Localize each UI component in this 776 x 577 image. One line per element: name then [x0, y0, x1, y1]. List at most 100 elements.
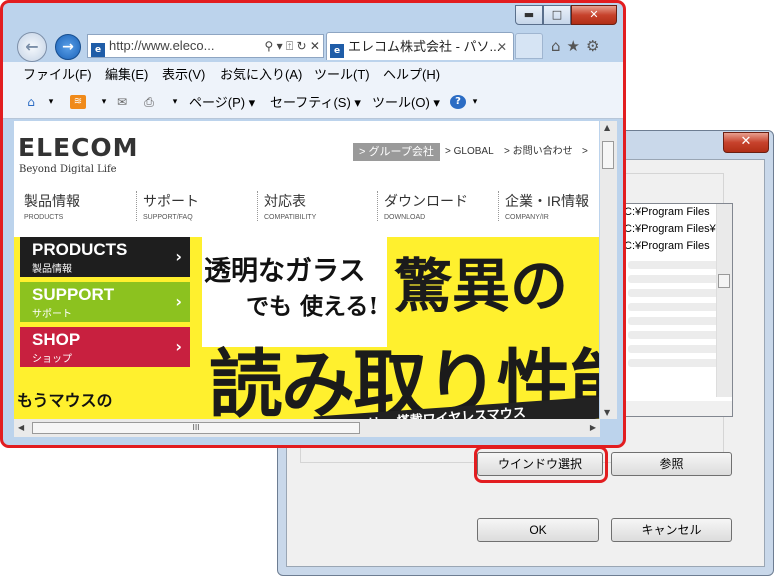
path-list-horizontal-scrollbar[interactable]	[622, 401, 732, 416]
minimize-button[interactable]: ▬	[515, 5, 543, 25]
scroll-thumb[interactable]	[602, 141, 614, 169]
home-favorites-tools-icons[interactable]: ⌂★⚙	[551, 37, 605, 55]
banner-small-text: もうマウスの	[17, 391, 113, 410]
close-button[interactable]: ✕	[571, 5, 617, 25]
page-vertical-scrollbar[interactable]: ▲ ▼	[600, 121, 617, 419]
nav-label: 対応表	[264, 193, 306, 209]
read-mail-icon[interactable]: ✉	[114, 95, 130, 109]
side-button-title: SHOP	[32, 330, 81, 349]
nav-label: 製品情報	[24, 193, 80, 209]
nav-products[interactable]: 製品情報 PRODUCTS	[18, 191, 80, 221]
elecom-favicon-icon: e	[330, 44, 344, 58]
tab-title: エレコム株式会社 - パソ...	[348, 39, 501, 54]
nav-label: ダウンロード	[384, 193, 468, 209]
nav-sublabel: COMPATIBILITY	[264, 214, 317, 221]
nav-support[interactable]: サポート SUPPORT/FAQ	[136, 191, 199, 221]
chevron-right-icon: ›	[175, 247, 182, 266]
menu-bar: ファイル(F) 編集(E) 表示(V) お気に入り(A) ツール(T) ヘルプ(…	[3, 62, 623, 87]
blurred-list-item	[628, 331, 728, 339]
global-link[interactable]: > GLOBAL	[445, 143, 494, 161]
back-button[interactable]: ←	[17, 32, 47, 62]
nav-sublabel: PRODUCTS	[24, 214, 64, 221]
browser-window: ▬ □ ✕ ← → e http://www.eleco... ⚲ ▾ ⍐ ↻ ✕…	[0, 0, 626, 448]
tagline: Beyond Digital Life	[19, 164, 117, 175]
blurred-list-item	[628, 359, 728, 367]
group-company-link[interactable]: > グループ会社	[353, 143, 440, 161]
nav-compatibility[interactable]: 対応表 COMPATIBILITY	[257, 191, 316, 221]
side-button-sub: 製品情報	[32, 264, 72, 275]
scroll-down-icon[interactable]: ▼	[604, 408, 610, 417]
nav-label: サポート	[143, 193, 199, 209]
command-bar: ⌂ ▾ ≋ ▾ ✉ ⎙ ▾ ページ(P) ▾ セーフティ(S) ▾ ツール(O)…	[3, 87, 623, 119]
select-window-highlight	[474, 446, 608, 483]
contact-link[interactable]: > お問い合わせ	[504, 143, 573, 161]
menu-file[interactable]: ファイル(F)	[23, 62, 92, 87]
more-link[interactable]: >	[582, 143, 588, 161]
forward-button[interactable]: →	[55, 34, 81, 60]
page-menu[interactable]: ページ(P) ▾	[189, 87, 255, 118]
blurred-list-item	[628, 261, 728, 269]
safety-menu[interactable]: セーフティ(S) ▾	[270, 87, 361, 118]
scroll-right-icon[interactable]: ▶	[590, 423, 596, 432]
elecom-favicon-icon: e	[91, 43, 105, 57]
tools-menu[interactable]: ツール(O) ▾	[372, 87, 440, 118]
new-tab-button[interactable]	[515, 33, 543, 59]
browse-button[interactable]: 参照	[611, 452, 732, 476]
blurred-list-item	[628, 275, 728, 283]
blurred-list-item	[628, 345, 728, 353]
menu-view[interactable]: 表示(V)	[162, 62, 205, 87]
nav-download[interactable]: ダウンロード DOWNLOAD	[377, 191, 468, 221]
menu-edit[interactable]: 編集(E)	[105, 62, 148, 87]
dialog-close-button[interactable]: ✕	[723, 132, 769, 153]
path-list[interactable]: C:¥Program Files C:¥Program Files¥ C:¥Pr…	[621, 203, 733, 417]
side-button-sub: サポート	[32, 309, 72, 320]
menu-favorites[interactable]: お気に入り(A)	[220, 62, 302, 87]
side-button-sub: ショップ	[32, 354, 72, 365]
side-support-button[interactable]: SUPPORT サポート ›	[20, 282, 190, 322]
rss-feed-icon[interactable]: ≋	[70, 95, 86, 109]
help-icon[interactable]: ?	[450, 95, 466, 109]
web-page-content: ELECOM Beyond Digital Life > グループ会社 > GL…	[14, 121, 599, 419]
side-shop-button[interactable]: SHOP ショップ ›	[20, 327, 190, 367]
side-button-title: PRODUCTS	[32, 240, 128, 259]
dropdown-arrow-icon[interactable]: ▾	[167, 95, 183, 109]
chevron-right-icon: ›	[175, 292, 182, 311]
banner-headline-1: 透明なガラス	[204, 256, 366, 287]
nav-label: 企業・IR情報	[505, 193, 589, 209]
nav-company-ir[interactable]: 企業・IR情報 COMPANY/IR	[498, 191, 589, 221]
home-icon[interactable]: ⌂	[23, 95, 39, 109]
scroll-up-icon[interactable]: ▲	[604, 123, 610, 132]
chevron-right-icon: ›	[175, 337, 182, 356]
caption-buttons: ▬ □ ✕	[515, 5, 617, 25]
path-list-vertical-scrollbar[interactable]	[716, 204, 732, 397]
scroll-thumb[interactable]: III	[32, 422, 360, 434]
maximize-button[interactable]: □	[543, 5, 571, 25]
ok-button[interactable]: OK	[477, 518, 599, 542]
page-horizontal-scrollbar[interactable]: ◀ III ▶	[14, 419, 600, 437]
print-icon[interactable]: ⎙	[141, 95, 157, 109]
tab-close-icon[interactable]: ✕	[497, 33, 507, 61]
side-products-button[interactable]: PRODUCTS 製品情報 ›	[20, 237, 190, 277]
nav-sublabel: SUPPORT/FAQ	[143, 214, 193, 221]
elecom-logo[interactable]: ELECOM	[18, 133, 139, 162]
address-url[interactable]: http://www.eleco...	[109, 38, 215, 53]
blurred-list-item	[628, 289, 728, 297]
nav-sublabel: COMPANY/IR	[505, 214, 549, 221]
side-button-title: SUPPORT	[32, 285, 115, 304]
menu-help[interactable]: ヘルプ(H)	[383, 62, 440, 87]
banner-headline-2: でも 使える!	[246, 293, 379, 320]
nav-sublabel: DOWNLOAD	[384, 214, 426, 221]
scroll-left-icon[interactable]: ◀	[18, 423, 24, 432]
dropdown-arrow-icon[interactable]: ▾	[96, 95, 112, 109]
scroll-thumb[interactable]	[718, 274, 730, 288]
dropdown-arrow-icon[interactable]: ▾	[467, 95, 483, 109]
address-bar[interactable]: e http://www.eleco... ⚲ ▾ ⍐ ↻ ✕	[87, 34, 324, 58]
blurred-list-item	[628, 303, 728, 311]
banner-big-text-1: 驚異の	[394, 252, 569, 320]
menu-tools[interactable]: ツール(T)	[314, 62, 370, 87]
tab-elecom[interactable]: e エレコム株式会社 - パソ... ✕	[326, 32, 514, 60]
dropdown-arrow-icon[interactable]: ▾	[43, 95, 59, 109]
blurred-list-item	[628, 317, 728, 325]
cancel-button[interactable]: キャンセル	[611, 518, 732, 542]
address-actions-icons[interactable]: ⚲ ▾ ⍐ ↻ ✕	[265, 35, 320, 57]
